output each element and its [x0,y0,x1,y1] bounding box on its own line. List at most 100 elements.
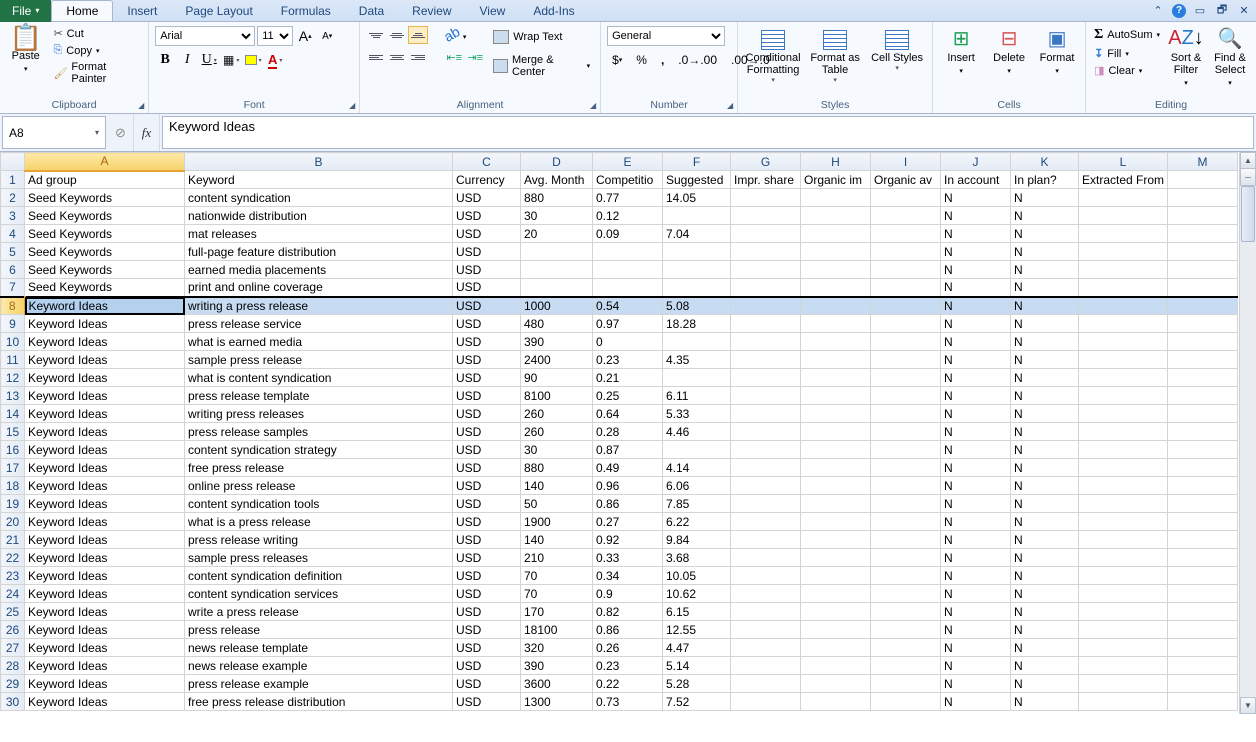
cell[interactable]: press release service [185,315,453,333]
column-header-M[interactable]: M [1168,153,1238,171]
cell[interactable] [871,315,941,333]
cell[interactable] [1079,495,1168,513]
cell[interactable] [801,603,871,621]
italic-button[interactable]: I [177,50,197,70]
vertical-scrollbar[interactable]: ▲ ─ ▼ [1239,152,1256,714]
cell[interactable]: Keyword Ideas [25,693,185,711]
cell[interactable]: Keyword Ideas [25,549,185,567]
row-header[interactable]: 14 [1,405,25,423]
cell[interactable] [1168,567,1238,585]
cell[interactable] [731,423,801,441]
cell[interactable] [871,657,941,675]
cell[interactable] [731,225,801,243]
cell[interactable]: 140 [521,531,593,549]
sheet-table[interactable]: ABCDEFGHIJKLM1Ad groupKeywordCurrencyAvg… [0,152,1238,711]
cell[interactable]: N [941,513,1011,531]
cell[interactable]: N [1011,261,1079,279]
formula-input[interactable]: Keyword Ideas [162,116,1254,149]
cell[interactable]: 0.23 [593,657,663,675]
cell[interactable] [801,315,871,333]
cell[interactable]: N [941,405,1011,423]
cell[interactable] [871,585,941,603]
cell[interactable] [1168,675,1238,693]
decrease-indent-button[interactable]: ⇤≡ [444,48,464,66]
cell[interactable] [1079,585,1168,603]
cell[interactable] [801,585,871,603]
cell[interactable] [731,603,801,621]
cell[interactable]: N [941,387,1011,405]
cell[interactable]: USD [453,225,521,243]
cell[interactable] [731,279,801,297]
cell[interactable] [1168,189,1238,207]
cell[interactable] [1168,261,1238,279]
cell[interactable] [1168,243,1238,261]
cell[interactable]: N [941,603,1011,621]
row-header[interactable]: 27 [1,639,25,657]
align-top-button[interactable] [366,26,386,44]
cell[interactable]: 6.11 [663,387,731,405]
cell[interactable]: Keyword [185,171,453,189]
cell[interactable]: N [941,639,1011,657]
cell[interactable]: Keyword Ideas [25,513,185,531]
cell[interactable] [801,405,871,423]
wrap-text-button[interactable]: Wrap Text [489,28,594,46]
cell[interactable]: N [1011,531,1079,549]
tab-view[interactable]: View [466,1,520,21]
cell[interactable]: 70 [521,567,593,585]
cell[interactable] [1079,405,1168,423]
cell[interactable] [1079,513,1168,531]
cell[interactable] [1079,225,1168,243]
tab-add-ins[interactable]: Add-Ins [519,1,588,21]
row-header[interactable]: 11 [1,351,25,369]
cell[interactable]: N [941,549,1011,567]
scroll-split-button[interactable]: ─ [1240,169,1256,186]
cell[interactable] [1168,531,1238,549]
cell[interactable] [731,333,801,351]
row-header[interactable]: 13 [1,387,25,405]
align-middle-button[interactable] [387,26,407,44]
cell[interactable] [1079,207,1168,225]
cell[interactable]: what is content syndication [185,369,453,387]
cell[interactable]: USD [453,207,521,225]
tab-review[interactable]: Review [398,1,465,21]
cell[interactable]: full-page feature distribution [185,243,453,261]
cell[interactable]: 12.55 [663,621,731,639]
cell[interactable]: Keyword Ideas [25,459,185,477]
cell[interactable] [1079,279,1168,297]
cell[interactable] [871,513,941,531]
row-header[interactable]: 20 [1,513,25,531]
cell[interactable]: N [941,585,1011,603]
cell[interactable]: free press release distribution [185,693,453,711]
cell[interactable]: Seed Keywords [25,189,185,207]
cell[interactable] [731,261,801,279]
cell[interactable] [731,189,801,207]
find-select-button[interactable]: 🔍Find & Select▾ [1210,24,1250,88]
cell[interactable] [1079,333,1168,351]
cell[interactable]: USD [453,351,521,369]
cell[interactable] [731,387,801,405]
cell[interactable]: 0.86 [593,621,663,639]
cell[interactable] [871,225,941,243]
cell[interactable]: Avg. Month [521,171,593,189]
cell[interactable]: USD [453,189,521,207]
cell[interactable] [731,621,801,639]
cell[interactable]: N [941,423,1011,441]
cell[interactable] [521,261,593,279]
cell[interactable] [521,243,593,261]
cell[interactable] [801,279,871,297]
cell[interactable]: 4.47 [663,639,731,657]
cell[interactable]: 30 [521,441,593,459]
cell[interactable] [871,261,941,279]
cell[interactable] [1168,477,1238,495]
cell[interactable]: N [941,333,1011,351]
cell[interactable]: 0.96 [593,477,663,495]
scroll-up-button[interactable]: ▲ [1240,152,1256,169]
cell[interactable]: 3600 [521,675,593,693]
cell[interactable] [801,459,871,477]
cell[interactable]: 20 [521,225,593,243]
row-header[interactable]: 12 [1,369,25,387]
cell[interactable]: 0.97 [593,315,663,333]
cell[interactable]: Organic av [871,171,941,189]
cell[interactable] [801,693,871,711]
cell[interactable]: Seed Keywords [25,225,185,243]
